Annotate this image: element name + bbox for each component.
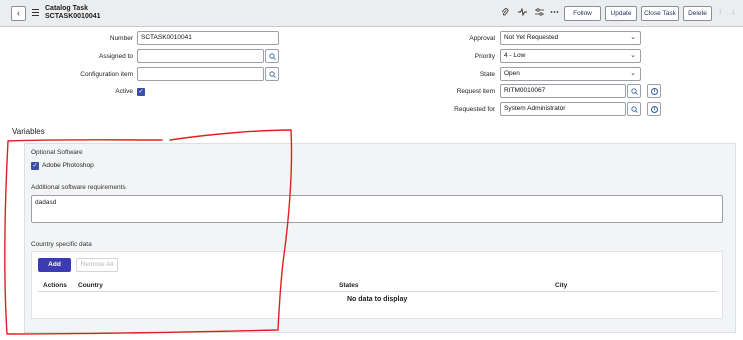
red-annotation-outline (4, 129, 293, 335)
